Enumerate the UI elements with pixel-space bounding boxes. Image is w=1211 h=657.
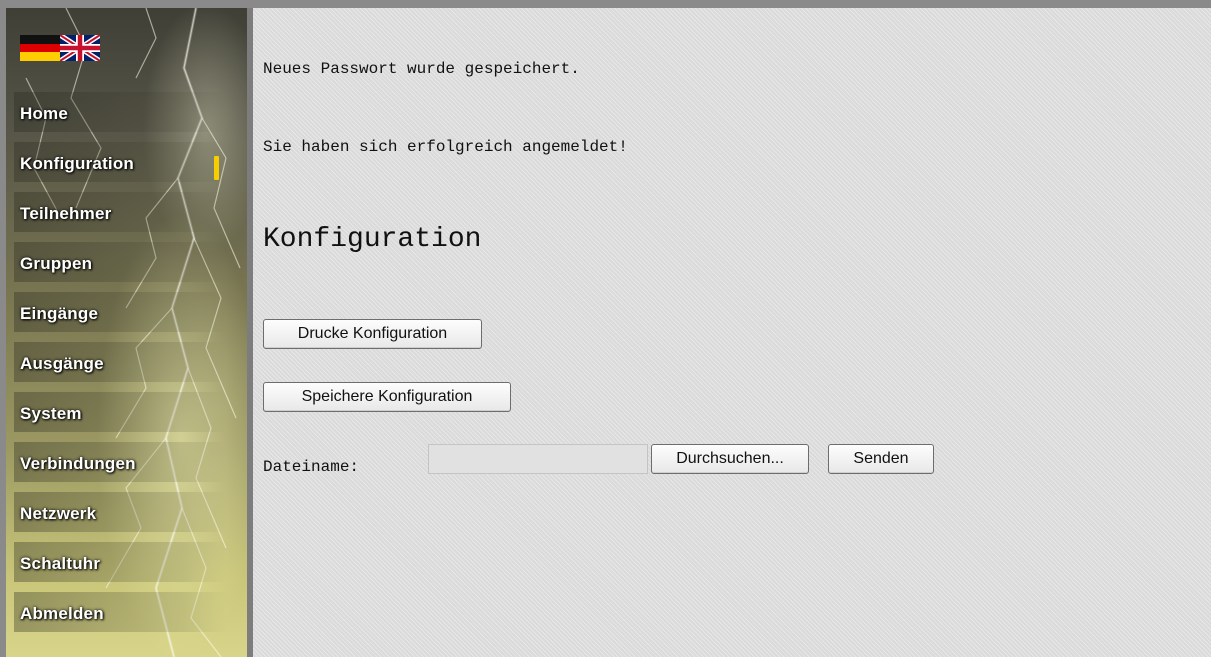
app-frame: Home Konfiguration Teilnehmer Gruppen Ei…	[6, 8, 1211, 657]
de-flag-icon[interactable]	[20, 35, 60, 61]
active-nav-marker	[214, 156, 219, 180]
nav-item-system[interactable]: System	[14, 392, 226, 432]
uk-flag-icon[interactable]	[60, 35, 100, 61]
nav-item-ausgaenge[interactable]: Ausgänge	[14, 342, 226, 382]
page-title: Konfiguration	[263, 224, 482, 255]
language-flags	[20, 35, 100, 61]
filename-label: Dateiname:	[263, 458, 360, 476]
nav-item-label: Konfiguration	[20, 154, 135, 173]
print-configuration-button[interactable]: Drucke Konfiguration	[263, 319, 482, 349]
nav-item-konfiguration[interactable]: Konfiguration	[14, 142, 226, 182]
nav-item-label: Gruppen	[20, 254, 93, 273]
nav-item-label: Schaltuhr	[20, 554, 101, 573]
nav-item-home[interactable]: Home	[14, 92, 226, 132]
nav-item-schaltuhr[interactable]: Schaltuhr	[14, 542, 226, 582]
login-success-message: Sie haben sich erfolgreich angemeldet!	[263, 138, 628, 156]
send-button[interactable]: Senden	[828, 444, 934, 474]
nav-item-gruppen[interactable]: Gruppen	[14, 242, 226, 282]
content-area: Neues Passwort wurde gespeichert. Sie ha…	[253, 8, 1211, 657]
nav-item-label: Netzwerk	[20, 504, 97, 523]
nav-item-label: Teilnehmer	[20, 204, 112, 223]
filename-input[interactable]	[428, 444, 648, 474]
nav-item-netzwerk[interactable]: Netzwerk	[14, 492, 226, 532]
nav-item-label: Abmelden	[20, 604, 104, 623]
nav-item-label: Verbindungen	[20, 454, 136, 473]
nav-item-verbindungen[interactable]: Verbindungen	[14, 442, 226, 482]
nav-item-label: Home	[20, 104, 69, 123]
main-navigation: Home Konfiguration Teilnehmer Gruppen Ei…	[14, 92, 226, 642]
nav-item-teilnehmer[interactable]: Teilnehmer	[14, 192, 226, 232]
nav-item-label: Ausgänge	[20, 354, 104, 373]
browse-button[interactable]: Durchsuchen...	[651, 444, 809, 474]
nav-item-eingaenge[interactable]: Eingänge	[14, 292, 226, 332]
password-saved-message: Neues Passwort wurde gespeichert.	[263, 60, 580, 78]
nav-item-abmelden[interactable]: Abmelden	[14, 592, 226, 632]
nav-item-label: System	[20, 404, 82, 423]
sidebar: Home Konfiguration Teilnehmer Gruppen Ei…	[6, 8, 247, 657]
nav-item-label: Eingänge	[20, 304, 99, 323]
save-configuration-button[interactable]: Speichere Konfiguration	[263, 382, 511, 412]
